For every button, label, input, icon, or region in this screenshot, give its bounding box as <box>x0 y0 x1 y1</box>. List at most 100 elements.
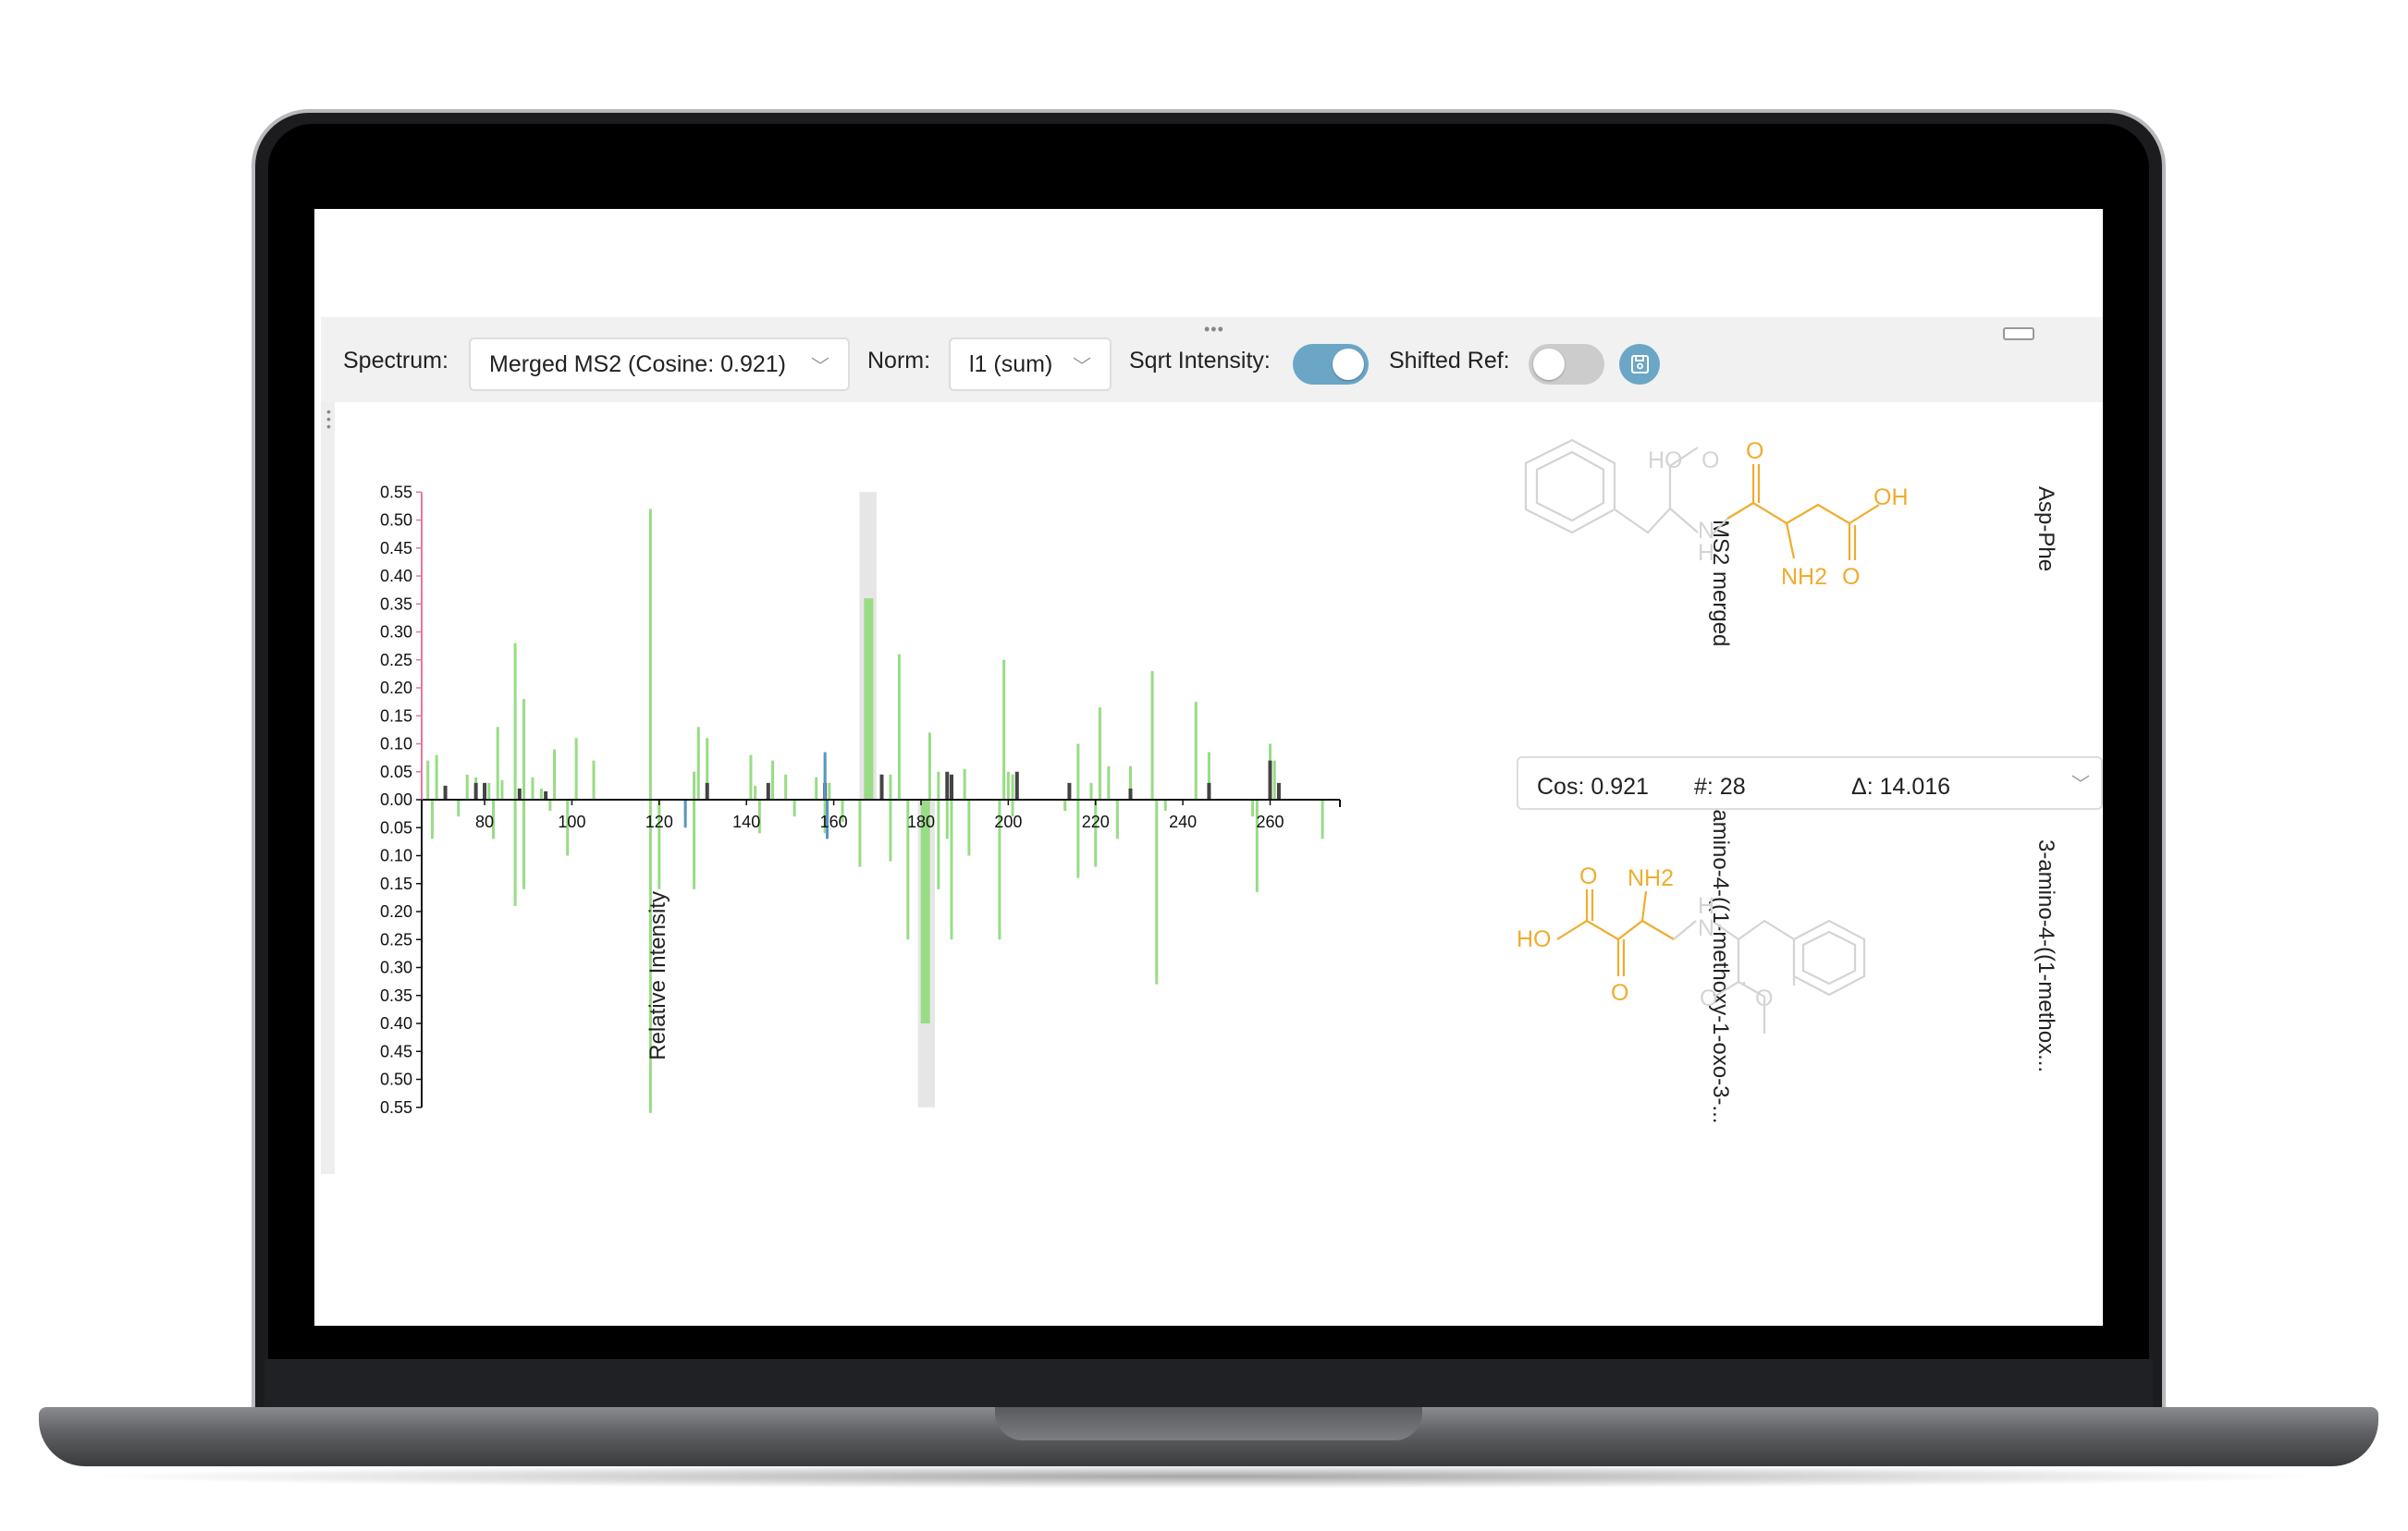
y-tick-label: 0.05 <box>380 818 412 837</box>
spectrum-peak <box>513 800 517 906</box>
spectrum-peak <box>1067 782 1072 800</box>
top-oh-label: OH <box>1874 484 1909 510</box>
spectrum-peak <box>544 790 548 800</box>
spectrum-peak <box>889 774 892 800</box>
match-select[interactable]: Cos: 0.921 #: 28 Δ: 14.016 ﹀ <box>1517 756 2103 810</box>
x-tick-label: 140 <box>732 813 760 831</box>
spectrum-peak <box>1150 670 1154 800</box>
spectrum-peak <box>937 771 940 800</box>
y-tick-label: 0.15 <box>380 706 412 725</box>
spectrum-peak <box>1155 800 1159 985</box>
y-tick-label: 0.50 <box>380 511 412 530</box>
spectrum-peak <box>1089 782 1093 800</box>
spectrum-peak <box>1163 800 1167 812</box>
bottom-structure-name: 3-amino-4-((1-methox... <box>2033 839 2058 1073</box>
spectrum-peak <box>937 800 940 889</box>
spectrum-peak <box>1194 702 1198 800</box>
spectrum-peak <box>517 788 522 800</box>
x-tick-label: 220 <box>1082 813 1110 831</box>
top-o1-label: O <box>1702 447 1719 473</box>
spectrum-peak <box>828 782 831 800</box>
y-tick-label: 0.45 <box>380 539 412 557</box>
spectrum-peak <box>496 727 499 800</box>
spectrum-peak <box>693 800 696 889</box>
bottom-ho-label: HO <box>1517 926 1552 952</box>
spectrum-peak <box>443 785 448 800</box>
spectrum-peak <box>574 738 578 800</box>
y-tick-label: 0.35 <box>380 986 412 1005</box>
y-tick-label: 0.05 <box>380 763 412 781</box>
spectrum-peak <box>1098 707 1101 800</box>
spectrum-peak <box>1207 782 1211 800</box>
y-axis-label: Relative Intensity <box>645 891 670 1060</box>
spectrum-peak <box>435 754 438 800</box>
spectrum-peak <box>539 788 543 800</box>
x-tick-label: 80 <box>475 813 494 831</box>
y-tick-label: 0.55 <box>380 1098 412 1117</box>
spectrum-peak <box>465 774 469 800</box>
y-tick-label: 0.00 <box>380 790 412 809</box>
y-tick-label: 0.10 <box>380 847 412 865</box>
bottom-o2-label: O <box>1611 980 1628 1006</box>
x-tick-label: 160 <box>820 813 848 831</box>
cosine-value: Cos: 0.921 <box>1537 774 1649 800</box>
top-h-label: H <box>1698 540 1714 566</box>
spectrum-peak <box>592 760 596 800</box>
spectrum-peak <box>522 800 526 889</box>
spectrum-peak <box>487 782 491 800</box>
x-tick-label: 260 <box>1256 813 1284 831</box>
laptop-notch <box>995 1407 1422 1440</box>
spectrum-peak <box>897 654 901 800</box>
top-o2-label: O <box>1746 438 1763 464</box>
y-tick-label: 0.40 <box>380 1014 412 1033</box>
spectrum-peak <box>483 782 487 800</box>
spectrum-peak <box>920 800 930 1023</box>
spectrum-peak <box>548 800 552 812</box>
spectrum-peak <box>1107 766 1111 800</box>
spectrum-peak <box>553 749 557 800</box>
bottom-nh2-label: NH2 <box>1628 865 1674 891</box>
spectrum-peak <box>928 732 931 800</box>
spectrum-peak <box>457 800 461 817</box>
spectrum-peak <box>1011 774 1014 800</box>
spectrum-peak <box>1276 782 1281 800</box>
app-window: ••• Spectrum: Merged MS2 (Cosine: 0.921)… <box>314 209 2103 1326</box>
spectrum-peak <box>754 785 757 800</box>
laptop-chin <box>264 1359 2153 1415</box>
y-tick-label: 0.30 <box>380 959 412 977</box>
spectrum-peak <box>1268 760 1272 800</box>
y-tick-label: 0.20 <box>380 902 412 921</box>
top-structure-name: Asp-Phe <box>2033 486 2058 572</box>
spectrum-peak <box>531 777 534 800</box>
match-count: #: 28 <box>1694 774 1746 800</box>
spectrum-peak <box>766 782 770 800</box>
bottom-n-label: N <box>1698 915 1714 941</box>
spectrum-peak <box>1251 800 1255 817</box>
spectrum-peak <box>889 800 892 862</box>
spectrum-peak <box>950 774 954 800</box>
spectrum-peak <box>784 774 788 800</box>
top-nh2-label: NH2 <box>1781 564 1827 590</box>
spectrum-peak <box>1076 800 1080 878</box>
x-tick-label: 120 <box>645 813 673 831</box>
spectrum-peak <box>967 800 971 856</box>
bottom-structure: HO O NH2 O H N O O <box>1517 863 1866 1034</box>
chevron-down-icon: ﹀ <box>2071 775 2090 795</box>
spectrum-peak <box>792 800 796 817</box>
y-tick-label: 0.30 <box>380 623 412 642</box>
spectrum-peak <box>1006 771 1010 800</box>
bottom-o1-label: O <box>1579 863 1597 889</box>
mass-delta: Δ: 14.016 <box>1851 774 1951 800</box>
spectrum-peak <box>879 774 884 800</box>
spectrum-peak <box>1321 800 1324 839</box>
spectrum-peak <box>963 768 966 800</box>
spectrum-peak <box>749 754 753 800</box>
y-tick-label: 0.45 <box>380 1042 412 1060</box>
x-tick-label: 240 <box>1169 813 1197 831</box>
spectrum-peak <box>945 800 949 839</box>
spectrum-peak <box>648 508 652 800</box>
y-tick-label: 0.10 <box>380 735 412 753</box>
y-tick-label: 0.25 <box>380 930 412 949</box>
spectrum-peak <box>513 643 517 800</box>
spectrum-peak <box>1014 771 1019 800</box>
